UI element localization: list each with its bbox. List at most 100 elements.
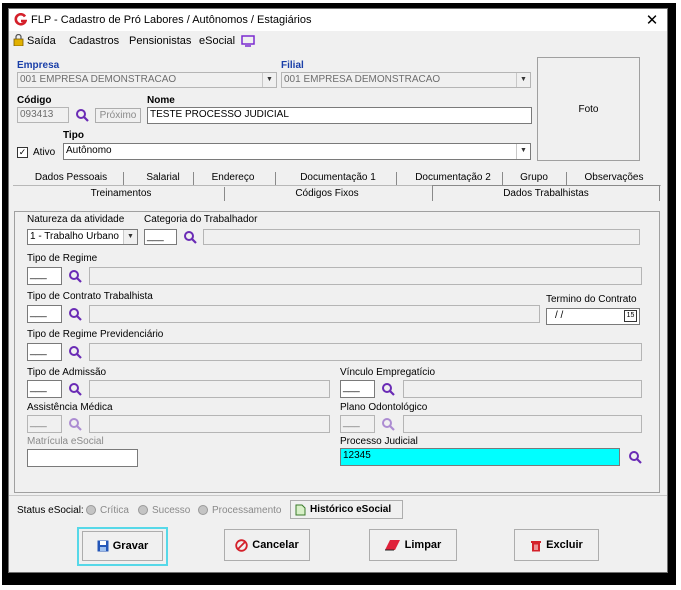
odonto-code-field[interactable]: ___	[340, 415, 375, 433]
calendar-icon[interactable]: 15	[624, 310, 637, 322]
search-icon[interactable]	[381, 382, 395, 399]
chevron-down-icon[interactable]: ▼	[516, 144, 530, 159]
empresa-select[interactable]: 001 EMPRESA DEMONSTRACAO ▼	[17, 72, 277, 88]
categoria-description	[203, 229, 640, 245]
eraser-icon	[384, 540, 400, 551]
excluir-label: Excluir	[546, 539, 583, 551]
tab-dados-trabalhistas-label: Dados Trabalhistas	[503, 188, 589, 199]
termino-value: / /	[555, 310, 564, 321]
tipo-label: Tipo	[63, 130, 84, 141]
cancelar-button[interactable]: Cancelar	[224, 529, 310, 561]
trash-icon	[531, 540, 542, 551]
menu-pensionistas[interactable]: Pensionistas	[129, 35, 191, 47]
chevron-down-icon[interactable]: ▼	[516, 73, 530, 87]
save-icon	[97, 540, 109, 552]
tab-observacoes[interactable]: Observações	[575, 172, 653, 183]
photo-box[interactable]: Foto	[537, 57, 640, 161]
status-processamento-indicator	[198, 505, 208, 515]
empresa-value: 001 EMPRESA DEMONSTRACAO	[20, 74, 177, 85]
historico-esocial-label: Histórico eSocial	[310, 504, 392, 515]
regime-code-field[interactable]: ___	[27, 267, 62, 285]
tab-documentacao-1[interactable]: Documentação 1	[293, 172, 383, 183]
termino-label: Termino do Contrato	[546, 294, 637, 305]
menu-saida[interactable]: Saída	[27, 35, 56, 47]
vinculo-label: Vínculo Empregatício	[340, 367, 436, 378]
app-logo-icon	[14, 12, 28, 26]
contrato-label: Tipo de Contrato Trabalhista	[27, 291, 153, 302]
tab-codigos-fixos[interactable]: Códigos Fixos	[227, 188, 427, 199]
previdenciario-code-field[interactable]: ___	[27, 343, 62, 361]
limpar-button[interactable]: Limpar	[369, 529, 457, 561]
search-icon[interactable]	[183, 230, 197, 247]
regime-label: Tipo de Regime	[27, 253, 98, 264]
matricula-field[interactable]	[27, 449, 138, 467]
limpar-label: Limpar	[404, 539, 442, 551]
tab-dados-pessoais[interactable]: Dados Pessoais	[21, 172, 121, 183]
assistencia-description	[89, 415, 330, 433]
assistencia-code-field[interactable]: ___	[27, 415, 62, 433]
main-window: FLP - Cadastro de Pró Labores / Autônomo…	[8, 8, 668, 573]
tab-grupo[interactable]: Grupo	[511, 172, 557, 183]
processo-judicial-field[interactable]: 12345	[340, 448, 620, 466]
categoria-code-field[interactable]: ___	[144, 229, 177, 245]
vinculo-description	[403, 380, 642, 398]
tab-treinamentos[interactable]: Treinamentos	[21, 188, 221, 199]
divider	[9, 495, 667, 496]
search-icon[interactable]	[68, 269, 82, 286]
filial-label: Filial	[281, 60, 304, 71]
tab-divider	[396, 172, 397, 185]
assistencia-label: Assistência Médica	[27, 402, 113, 413]
tab-documentacao-2[interactable]: Documentação 2	[408, 172, 498, 183]
odonto-label: Plano Odontológico	[340, 402, 428, 413]
codigo-label: Código	[17, 95, 52, 106]
admissao-description	[89, 380, 330, 398]
proximo-button[interactable]: Próximo	[95, 108, 141, 123]
tabs-row-1: Dados Pessoais Salarial Endereço Documen…	[13, 172, 661, 186]
foto-label: Foto	[578, 104, 599, 115]
dados-trabalhistas-panel: Natureza da atividade 1 - Trabalho Urban…	[14, 211, 660, 493]
matricula-label: Matrícula eSocial	[27, 436, 104, 447]
document-icon	[295, 504, 306, 515]
menu-esocial[interactable]: eSocial	[199, 35, 235, 47]
menu-cadastros[interactable]: Cadastros	[69, 35, 119, 47]
tab-dados-trabalhistas-active[interactable]: Dados Trabalhistas	[432, 185, 660, 201]
search-icon[interactable]	[68, 307, 82, 324]
admissao-code-field[interactable]: ___	[27, 380, 62, 398]
termino-date-field[interactable]: / / 15	[546, 308, 640, 325]
search-icon[interactable]	[75, 108, 89, 125]
excluir-button[interactable]: Excluir	[514, 529, 599, 561]
previdenciario-label: Tipo de Regime Previdenciário	[27, 329, 164, 340]
chevron-down-icon[interactable]: ▼	[123, 230, 137, 244]
status-sucesso-label: Sucesso	[152, 505, 191, 516]
ativo-checkbox[interactable]: ✓	[17, 147, 28, 158]
search-icon[interactable]	[381, 417, 395, 434]
search-icon[interactable]	[68, 382, 82, 399]
previdenciario-description	[89, 343, 642, 361]
categoria-label: Categoria do Trabalhador	[144, 214, 258, 225]
gravar-button[interactable]: Gravar	[82, 531, 163, 561]
monitor-icon[interactable]	[241, 35, 255, 50]
close-icon[interactable]: ✕	[643, 11, 661, 29]
search-icon[interactable]	[68, 417, 82, 434]
codigo-field[interactable]: 093413	[17, 107, 69, 123]
tab-endereco[interactable]: Endereço	[203, 172, 263, 183]
tab-divider	[275, 172, 276, 185]
nome-field[interactable]: TESTE PROCESSO JUDICIAL	[147, 107, 532, 124]
tipo-select[interactable]: Autônomo ▼	[63, 143, 531, 160]
cancelar-label: Cancelar	[252, 539, 299, 551]
tab-salarial[interactable]: Salarial	[133, 172, 193, 183]
admissao-label: Tipo de Admissão	[27, 367, 107, 378]
odonto-description	[403, 415, 642, 433]
regime-description	[89, 267, 642, 285]
search-icon[interactable]	[68, 345, 82, 362]
natureza-value: 1 - Trabalho Urbano	[30, 231, 119, 242]
nome-label: Nome	[147, 95, 175, 106]
chevron-down-icon[interactable]: ▼	[262, 73, 276, 87]
search-icon[interactable]	[628, 450, 642, 467]
filial-select[interactable]: 001 EMPRESA DEMONSTRACAO ▼	[281, 72, 531, 88]
natureza-select[interactable]: 1 - Trabalho Urbano ▼	[27, 229, 138, 245]
tab-divider	[502, 172, 503, 185]
historico-esocial-button[interactable]: Histórico eSocial	[290, 500, 403, 519]
vinculo-code-field[interactable]: ___	[340, 380, 375, 398]
contrato-code-field[interactable]: ___	[27, 305, 62, 323]
